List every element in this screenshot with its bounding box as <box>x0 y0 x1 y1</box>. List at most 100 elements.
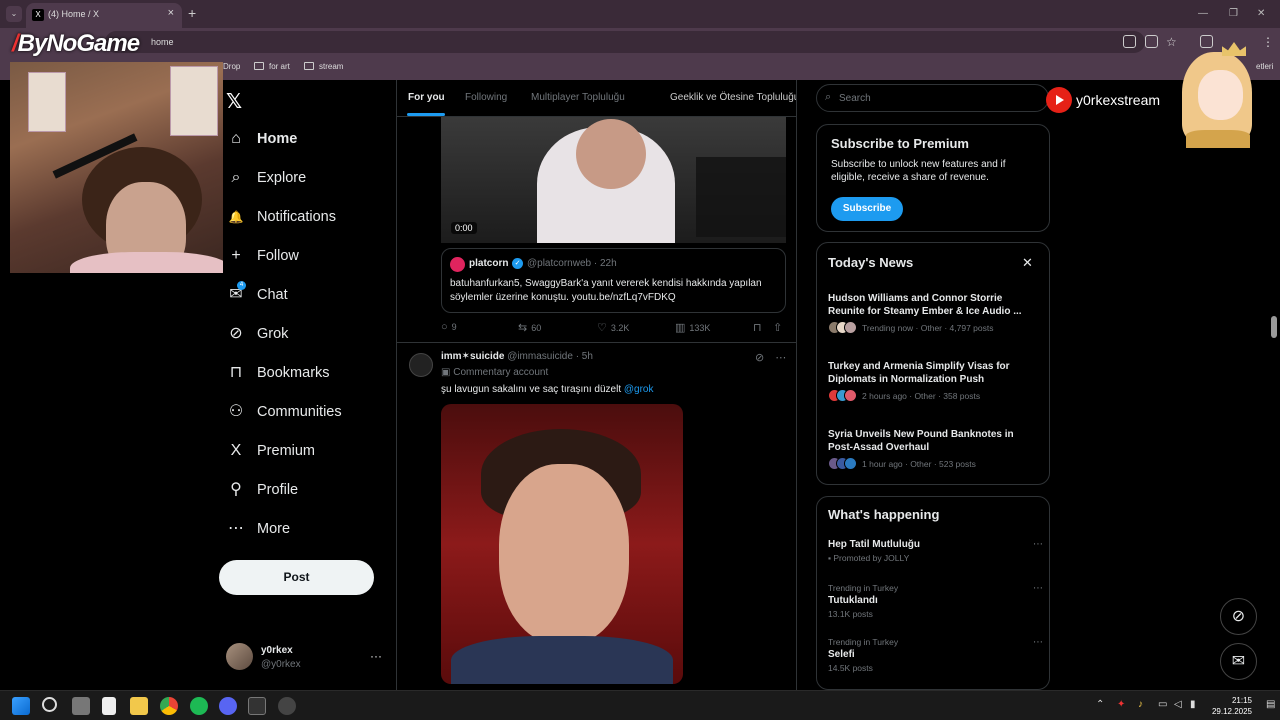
news-item[interactable]: Syria Unveils New Pound Banknotes in Pos… <box>828 428 1038 470</box>
nav-home[interactable]: ⌂ Home <box>226 129 396 155</box>
obs-icon[interactable] <box>278 697 296 715</box>
grok-icon: ⊘ <box>229 325 243 342</box>
quoted-tweet[interactable]: platcorn ✓ @platcornweb · 22h batuhanfur… <box>441 248 786 313</box>
tweet-author-name[interactable]: imm✶suicide <box>441 351 504 362</box>
bookmark-label: for art <box>269 62 290 71</box>
tab-for-you[interactable]: For you <box>408 92 445 103</box>
nav-grok[interactable]: ⊘ Grok <box>226 324 396 350</box>
nav-bookmarks[interactable]: ⊓ Bookmarks <box>226 363 396 389</box>
file-explorer-icon[interactable] <box>130 697 148 715</box>
tray-expand-icon[interactable]: ⌃ <box>1096 699 1104 710</box>
bookmark-for-art[interactable]: for art <box>254 62 290 71</box>
close-window-icon[interactable]: ✕ <box>1257 8 1265 19</box>
bookmark-stream[interactable]: stream <box>304 62 343 71</box>
browser-tab-bar: ⌄ X (4) Home / X × + — ❐ ✕ <box>0 0 1280 28</box>
battery-icon[interactable]: ▮ <box>1190 699 1196 710</box>
bookmark-tweet-button[interactable]: ⊓ <box>753 321 766 334</box>
video-player[interactable]: 0:00 <box>441 117 786 243</box>
browser-tab[interactable]: X (4) Home / X × <box>26 3 182 28</box>
star-icon[interactable]: ☆ <box>1166 35 1177 49</box>
nav-explore[interactable]: ⌕ Explore <box>226 168 396 194</box>
task-view-icon[interactable] <box>72 697 90 715</box>
network-icon[interactable]: ▭ <box>1158 699 1167 710</box>
minimize-icon[interactable]: — <box>1198 8 1208 19</box>
volume-icon[interactable]: ◁ <box>1174 699 1182 710</box>
quote-author-name[interactable]: platcorn <box>469 258 508 269</box>
x-logo-icon[interactable]: 𝕏 <box>226 89 242 114</box>
nav-label: Notifications <box>257 209 336 225</box>
search-icon[interactable] <box>42 697 57 712</box>
address-bar[interactable]: home <box>105 31 1145 53</box>
microphone-icon[interactable]: ♪ <box>1138 699 1143 710</box>
system-clock[interactable]: 21:15 29.12.2025 <box>1208 695 1252 717</box>
nav-more[interactable]: ⋯ More <box>226 519 396 545</box>
more-dots-icon[interactable]: ⋯ <box>1033 583 1043 594</box>
menu-dots-icon[interactable]: ⋮ <box>1262 35 1274 49</box>
translate-icon[interactable] <box>1145 35 1158 48</box>
views-icon: ▥ <box>675 322 686 334</box>
nav-follow[interactable]: + Follow <box>226 246 396 272</box>
heart-icon: ♡ <box>597 322 607 334</box>
account-label: ▣ Commentary account <box>441 367 548 378</box>
news-item[interactable]: Hudson Williams and Connor Storrie Reuni… <box>828 292 1038 334</box>
image-face <box>499 464 629 644</box>
nav-label: More <box>257 521 291 537</box>
repost-button[interactable]: ⇆ 60 <box>518 321 541 334</box>
notification-icon[interactable]: ▤ <box>1266 699 1275 710</box>
account-label-text: Commentary account <box>453 367 549 378</box>
tab-geeklik[interactable]: Geeklik ve Ötesine Topluluğu <box>670 92 796 103</box>
nav-communities[interactable]: ⚇ Communities <box>226 402 396 428</box>
tray-app-icon[interactable]: ✦ <box>1117 699 1125 710</box>
subscribe-button[interactable]: Subscribe <box>831 197 903 221</box>
notepad-icon[interactable] <box>102 697 116 715</box>
nav-premium[interactable]: X Premium <box>226 441 396 467</box>
reply-button[interactable]: ○ 9 <box>441 321 457 333</box>
bookmark-other[interactable]: etleri <box>1256 62 1273 71</box>
discord-icon[interactable] <box>219 697 237 715</box>
restore-icon[interactable]: ❐ <box>1229 8 1238 19</box>
feed-tabs: For you Following Multiplayer Topluluğu … <box>397 80 796 117</box>
epic-games-icon[interactable] <box>248 697 266 715</box>
trend-item[interactable]: Trending in Turkey Tutuklandı 13.1K post… <box>828 583 1043 619</box>
close-tab-icon[interactable]: × <box>168 7 174 19</box>
youtube-channel-name: y0rkexstream <box>1076 92 1161 108</box>
spotify-icon[interactable] <box>190 697 208 715</box>
premium-description: Subscribe to unlock new features and if … <box>831 159 1006 183</box>
windows-start-icon[interactable] <box>12 697 30 715</box>
share-button[interactable]: ⇧ <box>773 321 786 334</box>
tab-following[interactable]: Following <box>465 92 507 103</box>
tab-multiplayer[interactable]: Multiplayer Topluluğu <box>531 92 625 103</box>
grok-fab-icon[interactable]: ⊘ <box>1220 598 1257 635</box>
more-dots-icon[interactable]: ⋯ <box>775 352 786 364</box>
grok-icon[interactable]: ⊘ <box>755 352 764 364</box>
new-tab-button[interactable]: + <box>188 5 196 21</box>
close-icon[interactable]: ✕ <box>1022 255 1033 271</box>
tab-search-button[interactable]: ⌄ <box>6 6 22 22</box>
cast-icon[interactable] <box>1123 35 1136 48</box>
chrome-icon[interactable] <box>160 697 178 715</box>
nav-profile[interactable]: ⚲ Profile <box>226 480 396 506</box>
search-input[interactable]: ⌕ Search <box>816 84 1049 112</box>
news-item[interactable]: Turkey and Armenia Simplify Visas for Di… <box>828 360 1038 402</box>
view-count: 133K <box>689 323 711 333</box>
views-button[interactable]: ▥ 133K <box>675 321 710 334</box>
trend-item[interactable]: Trending in Turkey Selefi 14.5K posts ⋯ <box>828 637 1043 673</box>
page-scrollbar[interactable] <box>1271 316 1277 338</box>
nav-chat[interactable]: ✉ 4 Chat <box>226 281 396 311</box>
more-dots-icon[interactable]: ⋯ <box>1033 539 1043 550</box>
tweet-header-icons: ⊘ ⋯ <box>755 351 786 364</box>
news-meta: 2 hours ago · Other · 358 posts <box>828 389 1038 402</box>
account-switcher[interactable]: y0rkex @y0rkex ··· <box>226 643 386 675</box>
bookmark-drop[interactable]: Drop <box>223 62 240 71</box>
nav-notifications[interactable]: 🔔 Notifications <box>226 207 396 233</box>
tweet-image[interactable] <box>441 404 683 684</box>
trend-item[interactable]: Hep Tatil Mutluluğu ▪ Promoted by JOLLY … <box>828 539 1043 563</box>
like-button[interactable]: ♡ 3.2K <box>597 321 629 334</box>
timeline[interactable]: For you Following Multiplayer Topluluğu … <box>396 80 797 690</box>
avatar[interactable] <box>409 353 433 377</box>
more-dots-icon[interactable]: ··· <box>370 649 382 663</box>
post-button[interactable]: Post <box>219 560 374 595</box>
mention-link[interactable]: @grok <box>624 384 654 395</box>
messages-fab-icon[interactable]: ✉ <box>1220 643 1257 680</box>
more-dots-icon[interactable]: ⋯ <box>1033 637 1043 648</box>
